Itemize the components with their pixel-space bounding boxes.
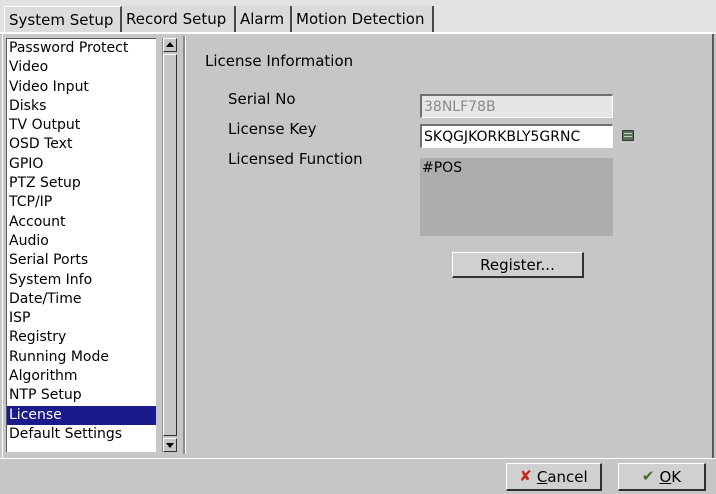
ok-check-icon: ✔ [641,467,655,485]
scroll-down-button[interactable] [163,438,177,452]
license-key-label: License Key [228,120,317,138]
section-title: License Information [205,52,354,70]
licensed-function-label: Licensed Function [228,150,363,168]
register-button[interactable]: Register... [452,252,584,278]
sidebar-item-account[interactable]: Account [7,213,156,232]
ok-label: K [671,467,682,486]
sidebar-item-system-info[interactable]: System Info [7,271,156,290]
category-scrollbar[interactable] [162,38,177,452]
licensed-function-value: #POS [422,160,463,176]
scroll-up-button[interactable] [163,38,177,52]
keyboard-icon[interactable] [622,130,634,141]
arrow-up-icon [166,42,174,47]
sidebar-item-osd-text[interactable]: OSD Text [7,135,156,154]
cancel-x-icon: ✘ [519,467,532,485]
tab-alarm[interactable]: Alarm [236,6,292,32]
sidebar-item-video-input[interactable]: Video Input [7,78,156,97]
sidebar-item-tv-output[interactable]: TV Output [7,116,156,135]
sidebar-item-default-settings[interactable]: Default Settings [7,425,156,444]
serial-no-field [420,94,613,118]
licensed-function-box: #POS [420,158,613,236]
cancel-label: ancel [547,467,588,486]
serial-no-label: Serial No [228,90,296,108]
ok-button[interactable]: ✔ O K [618,463,706,491]
cancel-mnemonic: C [536,467,548,486]
scroll-thumb[interactable] [163,54,177,436]
panel-divider [183,36,186,454]
sidebar-item-gpio[interactable]: GPIO [7,155,156,174]
sidebar-item-registry[interactable]: Registry [7,328,156,347]
sidebar-item-ntp-setup[interactable]: NTP Setup [7,386,156,405]
bottom-bar [0,458,716,494]
sidebar-item-date-time[interactable]: Date/Time [7,290,156,309]
cancel-button[interactable]: ✘ Cancel [506,463,602,491]
tab-bar: System Setup Record Setup Alarm Motion D… [0,0,716,34]
tab-record-setup[interactable]: Record Setup [122,6,236,32]
sidebar-item-audio[interactable]: Audio [7,232,156,251]
sidebar-item-isp[interactable]: ISP [7,309,156,328]
ok-mnemonic: O [659,467,672,486]
tab-system-setup[interactable]: System Setup [4,6,122,32]
sidebar-item-tcp-ip[interactable]: TCP/IP [7,193,156,212]
sidebar-item-license[interactable]: License [7,405,156,425]
arrow-down-icon [166,443,174,448]
tab-motion-detection[interactable]: Motion Detection [292,6,434,32]
sidebar-item-video[interactable]: Video [7,58,156,77]
settings-category-list[interactable]: Password Protect Video Video Input Disks TV … [6,38,156,452]
sidebar-item-ptz-setup[interactable]: PTZ Setup [7,174,156,193]
license-key-input[interactable] [420,124,613,148]
sidebar-item-running-mode[interactable]: Running Mode [7,348,156,367]
sidebar-item-disks[interactable]: Disks [7,97,156,116]
sidebar-item-algorithm[interactable]: Algorithm [7,367,156,386]
sidebar-item-serial-ports[interactable]: Serial Ports [7,251,156,270]
sidebar-item-password-protect[interactable]: Password Protect [7,39,156,58]
